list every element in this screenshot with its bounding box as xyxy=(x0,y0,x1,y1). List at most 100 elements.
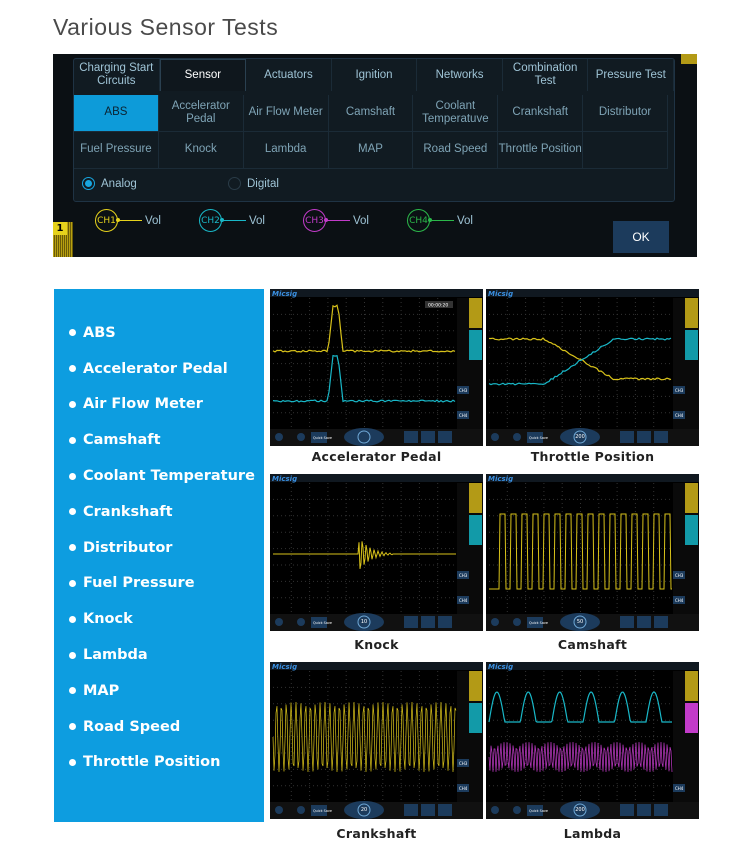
ch3-label: CH3 xyxy=(459,388,468,393)
scope-top-bar xyxy=(486,289,699,297)
timebase-value: 20 xyxy=(361,807,367,813)
channel-ch3[interactable]: CH3 Vol xyxy=(303,209,407,232)
timebase-value: 10 xyxy=(361,619,367,625)
channel-circle[interactable]: CH1 xyxy=(95,209,118,232)
channel-connector xyxy=(118,220,142,221)
menu-button xyxy=(654,616,668,628)
scope-display: Micsig CH3 CH4 Quick Save 50 xyxy=(486,474,699,631)
ch3-label: CH3 xyxy=(675,573,684,578)
sensor-coolant-temperatuve[interactable]: Coolant Temperatuve xyxy=(413,95,498,132)
sensor-road-speed[interactable]: Road Speed xyxy=(413,132,498,169)
scope-top-bar xyxy=(486,474,699,482)
ch2-scale xyxy=(469,330,482,360)
tab-actuators[interactable]: Actuators xyxy=(246,59,332,91)
ch1-trace xyxy=(489,338,671,380)
sensor-fuel-pressure[interactable]: Fuel Pressure xyxy=(74,132,159,169)
sensor-map[interactable]: MAP xyxy=(329,132,414,169)
tab-combination-test[interactable]: Combination Test xyxy=(503,59,589,91)
scope-top-bar xyxy=(486,662,699,670)
measure-button xyxy=(404,431,418,443)
measure-button xyxy=(404,616,418,628)
tab-ignition[interactable]: Ignition xyxy=(332,59,418,91)
scope-grid xyxy=(489,671,672,802)
tab-charging-start-circuits[interactable]: Charging Start Circuits xyxy=(74,59,160,91)
quick-save-label: Quick Save xyxy=(529,621,548,625)
quick-save-label: Quick Save xyxy=(313,621,332,625)
menu-button xyxy=(654,431,668,443)
brand-logo: Micsig xyxy=(272,663,297,671)
menu-button xyxy=(438,431,452,443)
sensor-throttle-position[interactable]: Throttle Position xyxy=(498,132,583,169)
scope-display: MicsigCH3CH4Quick Save00:00:20 xyxy=(270,289,483,446)
radio-icon[interactable] xyxy=(82,177,95,190)
sidebar-item: Knock xyxy=(69,601,264,637)
channel-ch1[interactable]: CH1 Vol xyxy=(95,209,199,232)
scope-display: MicsigCH4Quick Save 200 xyxy=(486,662,699,819)
arrow-down-button xyxy=(297,806,305,814)
channel-ch4[interactable]: CH4 Vol xyxy=(407,209,511,232)
timebase-value: 50 xyxy=(577,619,583,625)
sidebar-item: ABS xyxy=(69,315,264,351)
ch1-scale xyxy=(469,298,482,328)
sidebar-item: Throttle Position xyxy=(69,745,264,781)
sensor-lambda[interactable]: Lambda xyxy=(244,132,329,169)
arrow-down-button xyxy=(513,433,521,441)
channel-circle[interactable]: CH4 xyxy=(407,209,430,232)
sensor-abs[interactable]: ABS xyxy=(74,95,159,132)
tab-networks[interactable]: Networks xyxy=(417,59,503,91)
channel-ch2[interactable]: CH2 Vol xyxy=(199,209,303,232)
ch1-trace xyxy=(273,305,455,352)
ch4-label: CH4 xyxy=(459,413,468,418)
channel-circle[interactable]: CH3 xyxy=(303,209,326,232)
ch3-label: CH3 xyxy=(675,388,684,393)
ch2-scale xyxy=(469,703,482,733)
tab-pressure-test[interactable]: Pressure Test xyxy=(588,59,674,91)
sensor-camshaft[interactable]: Camshaft xyxy=(329,95,414,132)
menu-button xyxy=(438,804,452,816)
ok-button[interactable]: OK xyxy=(613,221,669,253)
channel-connector xyxy=(430,220,454,221)
scope-display: MicsigCH3CH4Quick Save 200 xyxy=(486,289,699,446)
ch2-scale xyxy=(685,703,698,733)
brand-logo: Micsig xyxy=(488,663,513,671)
scope-grid xyxy=(489,298,672,429)
car-button xyxy=(637,431,651,443)
car-button xyxy=(421,431,435,443)
sidebar-item: MAP xyxy=(69,673,264,709)
sensor-crankshaft[interactable]: Crankshaft xyxy=(498,95,583,132)
mode-digital[interactable]: Digital xyxy=(228,177,374,190)
sidebar-item: Fuel Pressure xyxy=(69,566,264,602)
arrow-up-button xyxy=(491,618,499,626)
sensor-grid: ABS Accelerator Pedal Air Flow Meter Camsha… xyxy=(74,95,668,169)
channel-unit: Vol xyxy=(249,215,265,227)
ch1-trace xyxy=(273,702,456,772)
ch3-trace xyxy=(489,742,672,772)
scope-caption: Throttle Position xyxy=(486,449,699,464)
ch3-label: CH3 xyxy=(459,761,468,766)
mode-analog[interactable]: Analog xyxy=(82,177,228,190)
channel-unit: Vol xyxy=(145,215,161,227)
radio-icon[interactable] xyxy=(228,177,241,190)
sensor-knock[interactable]: Knock xyxy=(159,132,244,169)
sensor-accelerator-pedal[interactable]: Accelerator Pedal xyxy=(159,95,244,132)
menu-button xyxy=(438,616,452,628)
page-title: Various Sensor Tests xyxy=(53,14,278,41)
measure-button xyxy=(620,616,634,628)
scope-top-bar xyxy=(270,289,483,297)
sidebar-item: Coolant Temperature xyxy=(69,458,264,494)
ch4-label: CH4 xyxy=(459,598,468,603)
measure-button xyxy=(620,804,634,816)
channel-circle[interactable]: CH2 xyxy=(199,209,222,232)
ch4-label: CH4 xyxy=(459,786,468,791)
channel-unit: Vol xyxy=(353,215,369,227)
measure-button xyxy=(404,804,418,816)
sensor-distributor[interactable]: Distributor xyxy=(583,95,668,132)
scope-caption: Knock xyxy=(270,637,483,652)
timebase-value: 200 xyxy=(575,434,585,440)
category-tabs: Charging Start Circuits Sensor Actuators Ig… xyxy=(74,59,674,91)
quick-save-label: Quick Save xyxy=(529,436,548,440)
scope-display: MicsigCH3CH4Quick Save 20 xyxy=(270,662,483,819)
tab-sensor[interactable]: Sensor xyxy=(160,59,247,91)
sensor-air-flow-meter[interactable]: Air Flow Meter xyxy=(244,95,329,132)
ch4-label: CH4 xyxy=(675,598,684,603)
